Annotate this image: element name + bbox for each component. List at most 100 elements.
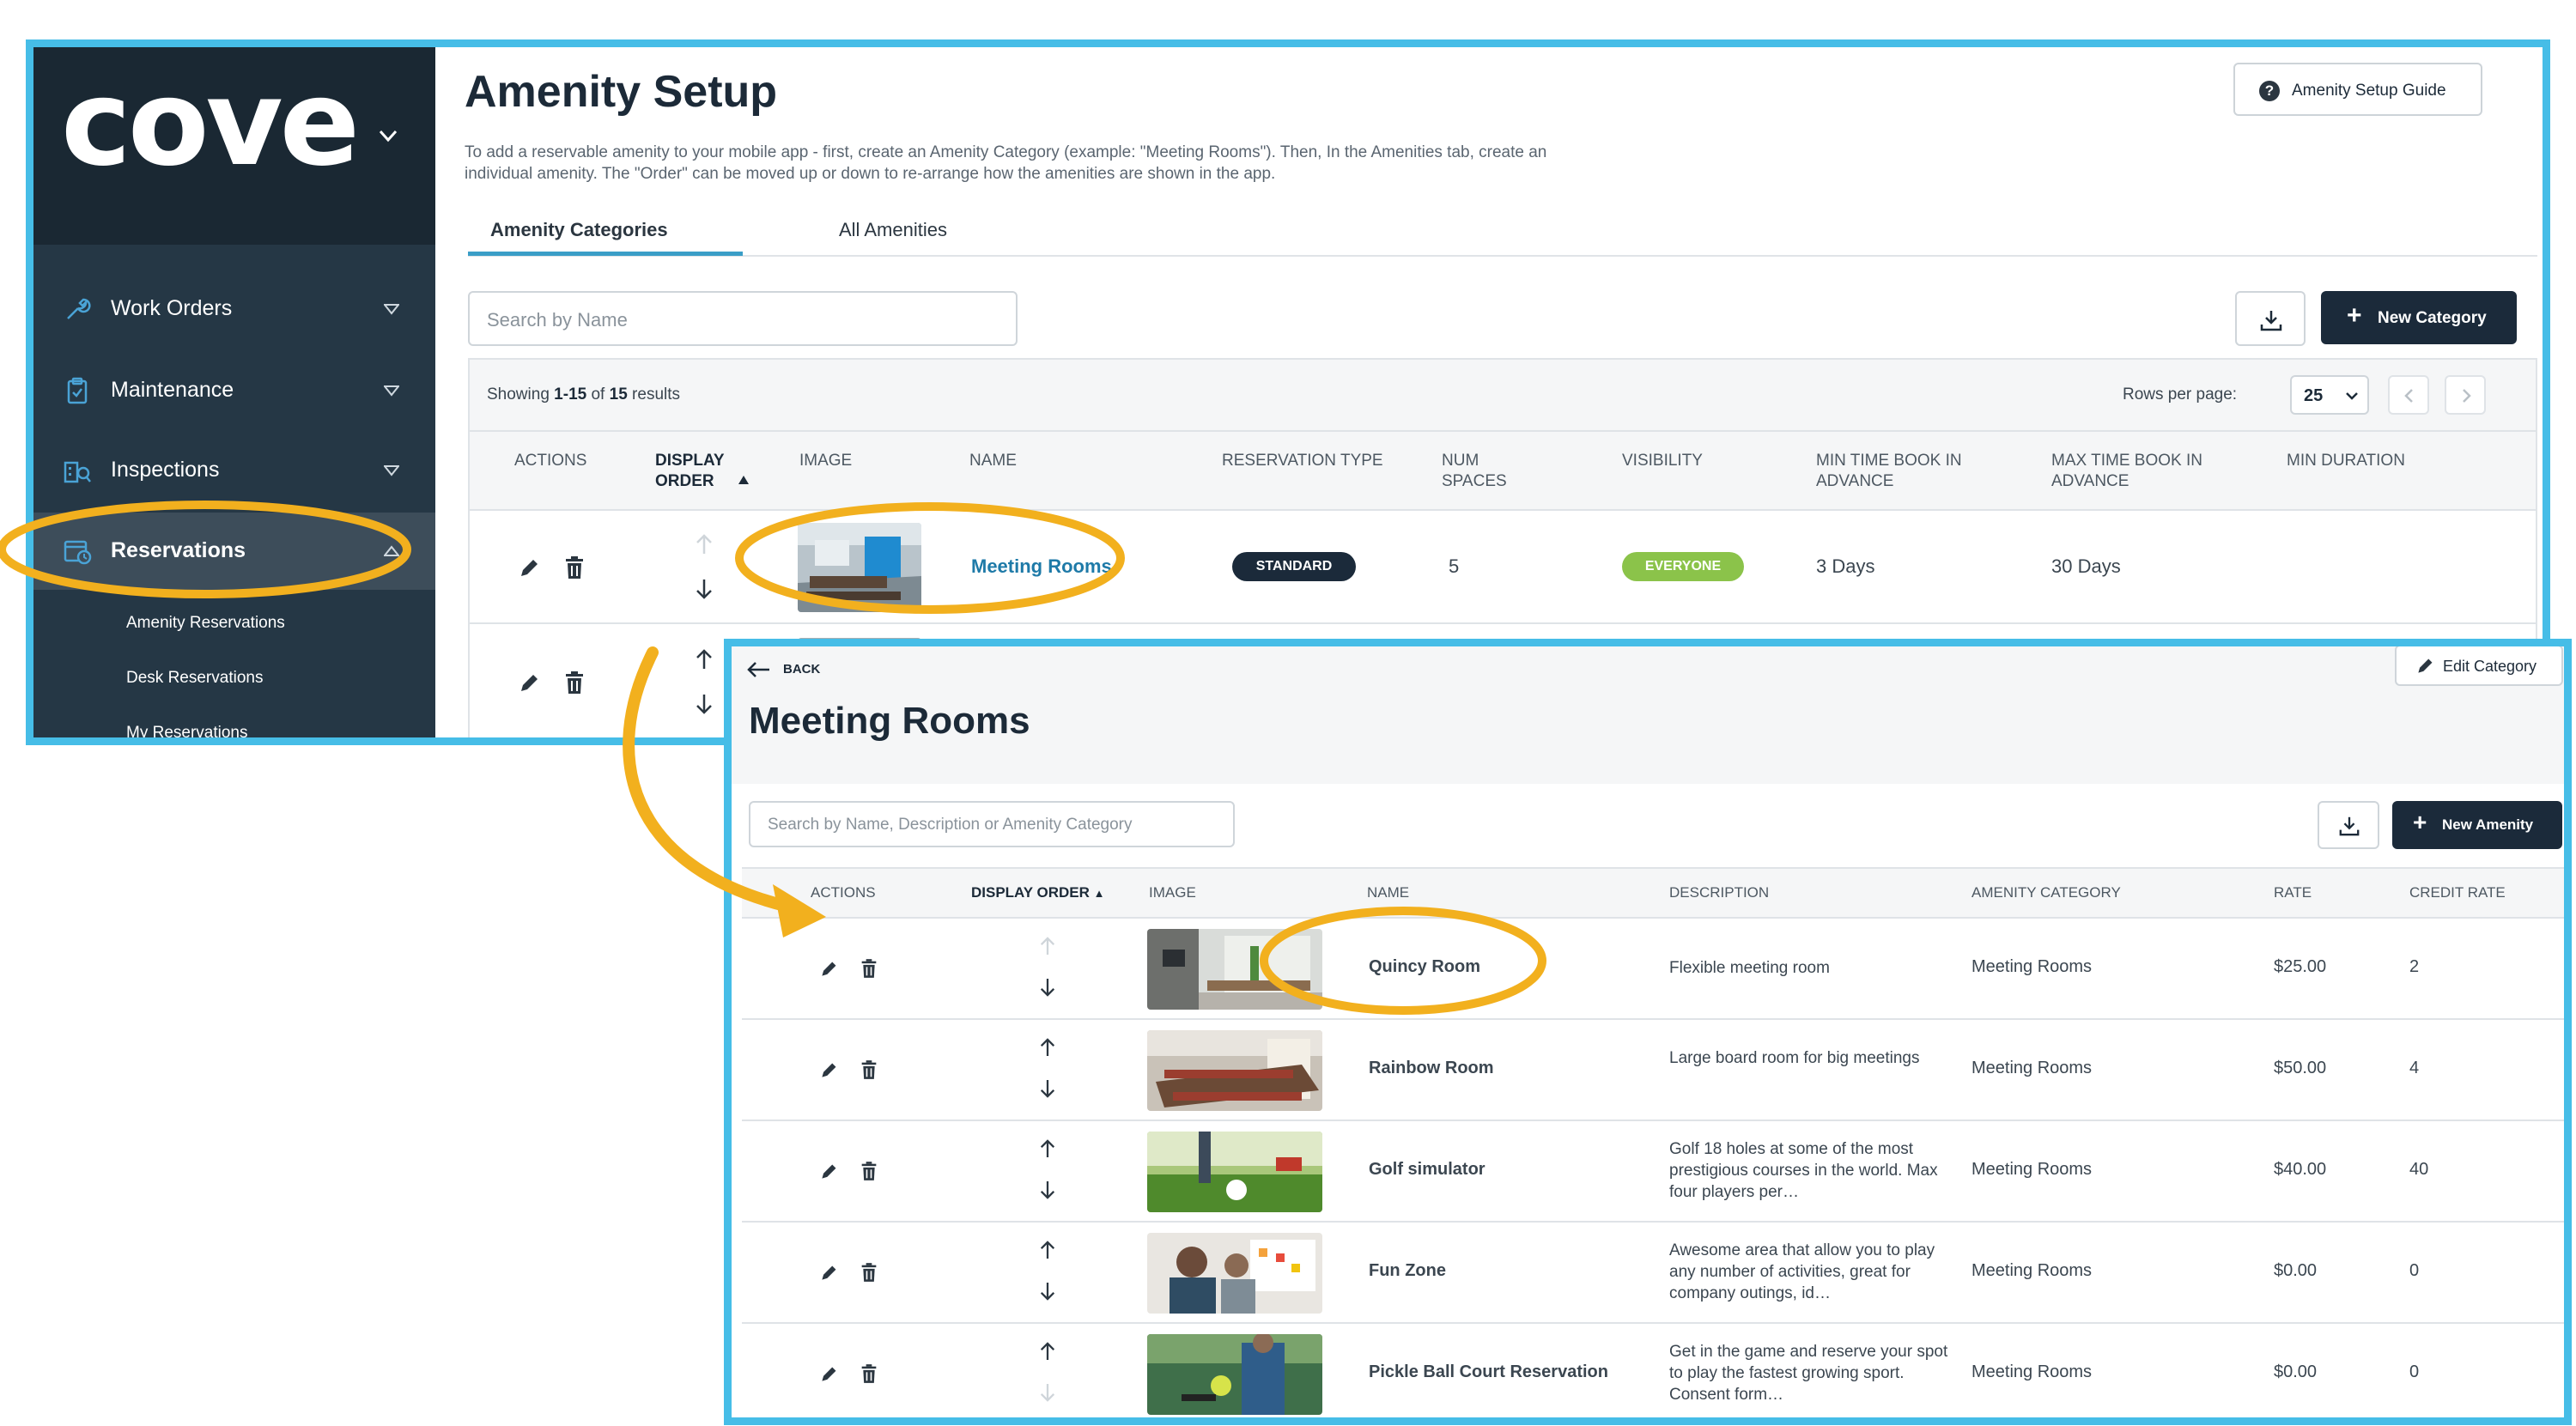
arrow-down-icon[interactable] <box>1039 1382 1056 1403</box>
sidebar-sub-amenity-reservations[interactable]: Amenity Reservations <box>126 614 285 633</box>
table-row[interactable]: Meeting Rooms STANDARD 5 EVERYONE 3 Days… <box>470 511 2536 624</box>
arrow-up-icon[interactable] <box>1039 1037 1056 1058</box>
new-category-button[interactable]: + New Category <box>2321 291 2517 344</box>
trash-icon[interactable] <box>564 555 585 580</box>
arrow-up-icon[interactable] <box>1039 1240 1056 1260</box>
arrow-up-icon[interactable] <box>695 533 714 555</box>
arrow-down-icon[interactable] <box>695 693 714 715</box>
pencil-icon[interactable] <box>819 1061 838 1080</box>
search-placeholder: Search by Name, Description or Amenity C… <box>768 816 1133 834</box>
pencil-icon[interactable] <box>518 557 540 580</box>
col-rate: RATE <box>2274 884 2312 901</box>
reservation-type-badge: STANDARD <box>1232 552 1356 581</box>
table-header: ACTIONS DISPLAY ORDER IMAGE NAME RESERVAT… <box>470 432 2536 511</box>
rainbow-room-thumbnail <box>1147 1030 1322 1111</box>
sidebar-item-maintenance[interactable]: Maintenance <box>33 352 435 429</box>
col-amenity-category: AMENITY CATEGORY <box>1971 884 2121 901</box>
table-row[interactable]: Rainbow Room Large board room for big me… <box>742 1020 2564 1121</box>
col-display-order[interactable]: DISPLAY ORDER <box>655 451 725 492</box>
arrow-down-icon[interactable] <box>1039 1180 1056 1200</box>
page-title: Amenity Setup <box>465 67 778 117</box>
visibility-badge: EVERYONE <box>1622 552 1744 581</box>
prev-page-button[interactable] <box>2388 375 2429 415</box>
trash-icon[interactable] <box>860 1161 878 1181</box>
col-display-order[interactable]: DISPLAY ORDER ▲ <box>971 884 1105 901</box>
amenity-rate: $25.00 <box>2274 957 2327 976</box>
chevron-down-icon <box>2346 392 2358 400</box>
rows-per-page-select[interactable]: 25 <box>2290 375 2369 415</box>
amenity-name-link[interactable]: Quincy Room <box>1369 957 1480 977</box>
pencil-icon[interactable] <box>819 960 838 979</box>
pencil-icon <box>2418 658 2433 673</box>
setup-guide-button[interactable]: ? Amenity Setup Guide <box>2233 63 2482 116</box>
amenity-credit-rate: 0 <box>2409 1261 2420 1280</box>
search-input[interactable]: Search by Name <box>468 291 1018 346</box>
amenity-category: Meeting Rooms <box>1971 1059 2093 1077</box>
arrow-up-icon[interactable] <box>1039 936 1056 956</box>
amenity-search-input[interactable]: Search by Name, Description or Amenity C… <box>749 801 1235 847</box>
sidebar-item-reservations[interactable]: Reservations <box>33 513 435 590</box>
table-row[interactable]: Golf simulator Golf 18 holes at some of … <box>742 1121 2564 1223</box>
cove-logo: cove <box>61 54 360 192</box>
building-inspect-icon <box>64 461 91 483</box>
arrow-up-icon[interactable] <box>1039 1341 1056 1362</box>
meeting-room-thumbnail <box>798 523 921 612</box>
amenity-rate: $0.00 <box>2274 1261 2318 1280</box>
chevron-down-icon[interactable] <box>377 124 399 147</box>
arrow-down-icon[interactable] <box>695 578 714 600</box>
sidebar-item-inspections[interactable]: Inspections <box>33 432 435 509</box>
sidebar: cove Work Orders Maintenance Inspections… <box>33 47 435 737</box>
amenity-rate: $40.00 <box>2274 1160 2327 1179</box>
caret-down-icon <box>384 465 399 476</box>
new-category-label: New Category <box>2378 309 2487 327</box>
amenity-name-link[interactable]: Rainbow Room <box>1369 1059 1494 1078</box>
active-tab-indicator <box>468 252 743 256</box>
sidebar-sub-desk-reservations[interactable]: Desk Reservations <box>126 669 263 688</box>
plus-icon: + <box>2347 301 2362 330</box>
category-name-link[interactable]: Meeting Rooms <box>971 555 1112 578</box>
table-row[interactable]: Pickle Ball Court Reservation Get in the… <box>742 1324 2564 1417</box>
min-time-value: 3 Days <box>1816 555 1875 577</box>
trash-icon[interactable] <box>564 671 585 695</box>
trash-icon[interactable] <box>860 1262 878 1283</box>
tab-all-amenities[interactable]: All Amenities <box>839 219 947 241</box>
amenity-credit-rate: 40 <box>2409 1160 2429 1179</box>
download-button[interactable] <box>2235 291 2306 346</box>
arrow-down-icon[interactable] <box>1039 1078 1056 1099</box>
amenity-name-link[interactable]: Fun Zone <box>1369 1261 1446 1281</box>
new-amenity-button[interactable]: + New Amenity <box>2392 801 2562 849</box>
next-page-button[interactable] <box>2445 375 2486 415</box>
trash-icon[interactable] <box>860 958 878 979</box>
sidebar-item-work-orders[interactable]: Work Orders <box>33 270 435 348</box>
amenity-name-link[interactable]: Golf simulator <box>1369 1160 1485 1180</box>
arrow-down-icon[interactable] <box>1039 977 1056 998</box>
rows-per-page-value: 25 <box>2304 386 2324 405</box>
edit-category-button[interactable]: Edit Category <box>2395 646 2563 686</box>
trash-icon[interactable] <box>860 1363 878 1384</box>
amenity-rate: $0.00 <box>2274 1362 2318 1381</box>
amenity-credit-rate: 4 <box>2409 1059 2420 1077</box>
amenity-category: Meeting Rooms <box>1971 1160 2093 1179</box>
new-amenity-label: New Amenity <box>2442 816 2534 833</box>
table-row[interactable]: Quincy Room Flexible meeting room Meetin… <box>742 919 2564 1020</box>
trash-icon[interactable] <box>860 1059 878 1080</box>
arrow-up-icon[interactable] <box>695 648 714 671</box>
caret-down-icon <box>384 385 399 397</box>
pencil-icon[interactable] <box>819 1365 838 1384</box>
pencil-icon[interactable] <box>518 672 540 695</box>
arrow-down-icon[interactable] <box>1039 1281 1056 1302</box>
arrow-up-icon[interactable] <box>1039 1138 1056 1159</box>
sidebar-sub-my-reservations[interactable]: My Reservations <box>126 724 248 737</box>
table-row[interactable]: Fun Zone Awesome area that allow you to … <box>742 1223 2564 1324</box>
col-name: NAME <box>1367 884 1410 901</box>
pencil-icon[interactable] <box>819 1264 838 1283</box>
col-image: IMAGE <box>1149 884 1196 901</box>
detail-title: Meeting Rooms <box>749 700 1030 742</box>
amenity-name-link[interactable]: Pickle Ball Court Reservation <box>1369 1362 1608 1382</box>
tab-amenity-categories[interactable]: Amenity Categories <box>490 219 668 241</box>
pencil-icon[interactable] <box>819 1162 838 1181</box>
sort-asc-icon <box>738 476 749 484</box>
back-button[interactable]: BACK <box>745 657 848 683</box>
arrow-left-icon <box>747 662 769 677</box>
download-button[interactable] <box>2318 801 2379 849</box>
